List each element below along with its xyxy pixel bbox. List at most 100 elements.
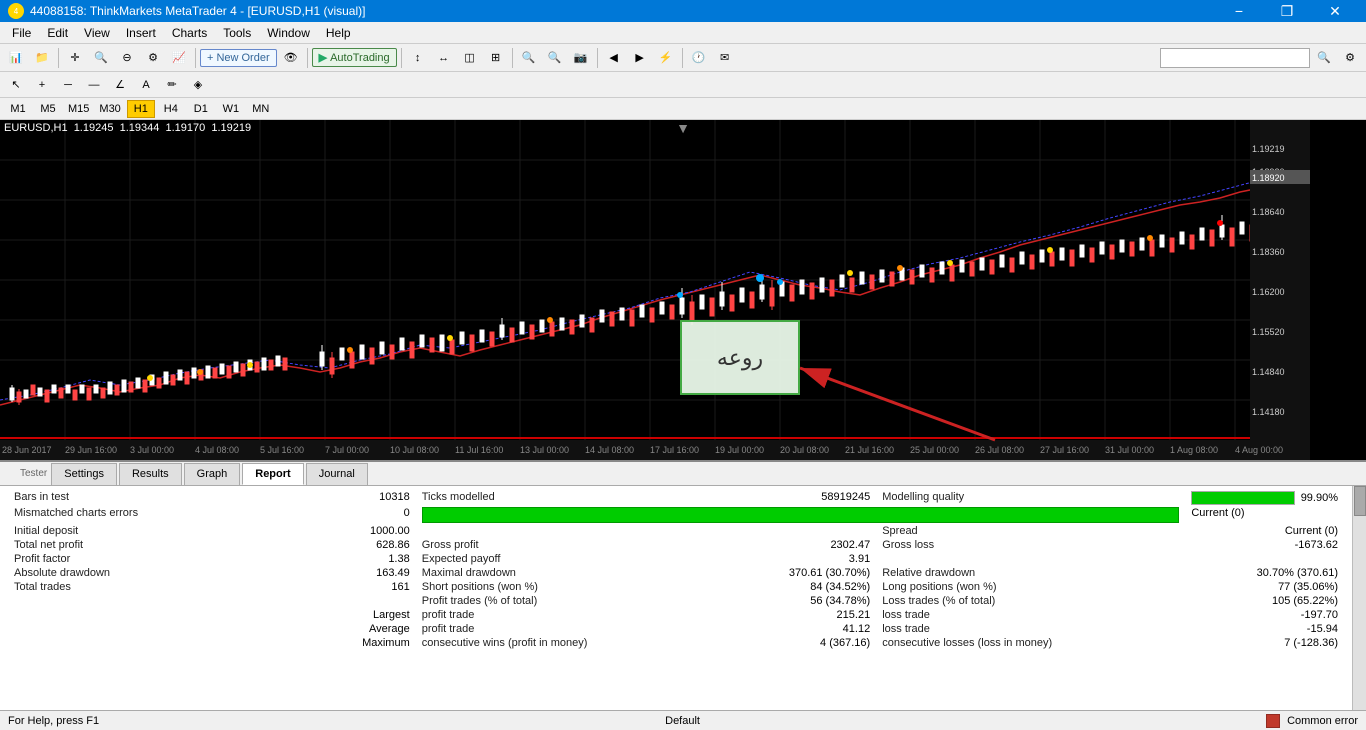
email-btn[interactable]: ✉: [713, 46, 737, 70]
chart-symbol: EURUSD,H1: [4, 122, 71, 134]
experts-btn[interactable]: ⚡: [654, 46, 678, 70]
table-row: Total trades 161 Short positions (won %)…: [8, 580, 1344, 594]
zoom-fit[interactable]: 🔍: [517, 46, 541, 70]
svg-text:27 Jul 16:00: 27 Jul 16:00: [1040, 445, 1089, 455]
new-chart-button[interactable]: 📊: [4, 46, 28, 70]
zoom-in-button[interactable]: 🔍: [89, 46, 113, 70]
value-gross-loss: -1673.62: [1185, 538, 1344, 552]
screenshot[interactable]: 📷: [569, 46, 593, 70]
label-modelling-quality: Modelling quality: [876, 490, 1185, 506]
value-consec-wins: 4 (367.16): [718, 636, 877, 650]
search-input[interactable]: [1160, 48, 1310, 68]
chart-container[interactable]: EURUSD,H1 1.19245 1.19344 1.19170 1.1921…: [0, 120, 1366, 460]
fib-tool[interactable]: ◈: [186, 73, 210, 97]
market-watch-button[interactable]: 👁: [279, 46, 303, 70]
angle-tool[interactable]: ∠: [108, 73, 132, 97]
svg-text:1.16200: 1.16200: [1252, 287, 1285, 297]
tf-m30[interactable]: M30: [95, 100, 124, 118]
menu-help[interactable]: Help: [318, 22, 359, 44]
label-total-trades: Total trades: [8, 580, 280, 594]
label-spread: Spread: [876, 524, 1185, 538]
text-tool[interactable]: A: [134, 73, 158, 97]
properties-button[interactable]: ⚙: [141, 46, 165, 70]
value-spread: Current (0): [1185, 524, 1344, 538]
line-tool[interactable]: ─: [56, 73, 80, 97]
menu-edit[interactable]: Edit: [39, 22, 76, 44]
main-toolbar: 📊 📁 ✛ 🔍 ⊖ ⚙ 📈 + New Order 👁 ▶ AutoTradin…: [0, 44, 1366, 72]
svg-text:26 Jul 08:00: 26 Jul 08:00: [975, 445, 1024, 455]
table-row: Profit factor 1.38 Expected payoff 3.91: [8, 552, 1344, 566]
tf-w1[interactable]: W1: [217, 100, 245, 118]
value-loss-trades: 105 (65.22%): [1185, 594, 1344, 608]
tb-btn-1[interactable]: ↕: [406, 46, 430, 70]
draw-tool[interactable]: ✏: [160, 73, 184, 97]
plus-tool[interactable]: +: [30, 73, 54, 97]
table-row: Bars in test 10318 Ticks modelled 589192…: [8, 490, 1344, 506]
label-gross-profit: Gross profit: [416, 538, 718, 552]
tf-m5[interactable]: M5: [34, 100, 62, 118]
open-button[interactable]: 📁: [30, 46, 54, 70]
tf-m15[interactable]: M15: [64, 100, 93, 118]
scroll-indicator[interactable]: ▼: [676, 120, 690, 136]
menu-file[interactable]: File: [4, 22, 39, 44]
tb-btn-3[interactable]: ◫: [458, 46, 482, 70]
svg-text:11 Jul 16:00: 11 Jul 16:00: [455, 445, 503, 455]
tab-graph[interactable]: Graph: [184, 463, 241, 485]
table-row: Total net profit 628.86 Gross profit 230…: [8, 538, 1344, 552]
separator-5: [512, 48, 513, 68]
hline-tool[interactable]: —: [82, 73, 106, 97]
indicators-button[interactable]: 📈: [167, 46, 191, 70]
menu-insert[interactable]: Insert: [118, 22, 164, 44]
tf-d1[interactable]: D1: [187, 100, 215, 118]
close-button[interactable]: ✕: [1312, 0, 1358, 22]
tb-btn-4[interactable]: ⊞: [484, 46, 508, 70]
label-absolute-dd: Absolute drawdown: [8, 566, 280, 580]
autotrading-button[interactable]: ▶ AutoTrading: [312, 48, 397, 67]
label-profit-trades: Profit trades (% of total): [416, 594, 718, 608]
table-row: Mismatched charts errors 0 Current (0): [8, 506, 1344, 524]
maximize-button[interactable]: ❐: [1264, 0, 1310, 22]
svg-text:28 Jun 2017: 28 Jun 2017: [2, 445, 52, 455]
menu-charts[interactable]: Charts: [164, 22, 215, 44]
cursor-tool[interactable]: ↖: [4, 73, 28, 97]
crosshair-button[interactable]: ✛: [63, 46, 87, 70]
settings-button[interactable]: ⚙: [1338, 46, 1362, 70]
fwd-btn[interactable]: ▶: [628, 46, 652, 70]
value-profit-factor: 1.38: [280, 552, 416, 566]
label-total-net-profit: Total net profit: [8, 538, 280, 552]
new-order-button[interactable]: + New Order: [200, 49, 277, 67]
svg-text:29 Jun 16:00: 29 Jun 16:00: [65, 445, 117, 455]
window-controls[interactable]: − ❐ ✕: [1216, 0, 1358, 22]
zoom-out-button[interactable]: ⊖: [115, 46, 139, 70]
tab-report[interactable]: Report: [242, 463, 303, 485]
search-button[interactable]: 🔍: [1312, 46, 1336, 70]
menu-view[interactable]: View: [76, 22, 118, 44]
clock-btn[interactable]: 🕐: [687, 46, 711, 70]
menu-tools[interactable]: Tools: [215, 22, 259, 44]
zoom-out2[interactable]: 🔍: [543, 46, 567, 70]
tf-m1[interactable]: M1: [4, 100, 32, 118]
value-total-net-profit: 628.86: [280, 538, 416, 552]
modelling-quality-cell: 99.90%: [1185, 490, 1344, 506]
tab-results[interactable]: Results: [119, 463, 182, 485]
tf-h4[interactable]: H4: [157, 100, 185, 118]
svg-text:17 Jul 16:00: 17 Jul 16:00: [650, 445, 699, 455]
tab-journal[interactable]: Journal: [306, 463, 368, 485]
scrollbar[interactable]: [1352, 486, 1366, 710]
label-maximum: Maximum: [280, 636, 416, 650]
tb-btn-2[interactable]: ↔: [432, 46, 456, 70]
tab-settings[interactable]: Settings: [51, 463, 117, 485]
tf-mn[interactable]: MN: [247, 100, 275, 118]
menu-bar: File Edit View Insert Charts Tools Windo…: [0, 22, 1366, 44]
back-btn[interactable]: ◀: [602, 46, 626, 70]
search-box[interactable]: 🔍 ⚙: [1160, 46, 1362, 70]
tf-h1[interactable]: H1: [127, 100, 155, 118]
value-expected-payoff: 3.91: [718, 552, 877, 566]
title-bar: 4 44088158: ThinkMarkets MetaTrader 4 - …: [0, 0, 1366, 22]
current-cell: Current (0): [1185, 506, 1344, 524]
menu-window[interactable]: Window: [259, 22, 318, 44]
svg-text:4 Aug 00:00: 4 Aug 00:00: [1235, 445, 1283, 455]
value-loss-trade-avg: -15.94: [1185, 622, 1344, 636]
minimize-button[interactable]: −: [1216, 0, 1262, 22]
scrollbar-thumb[interactable]: [1354, 486, 1366, 516]
